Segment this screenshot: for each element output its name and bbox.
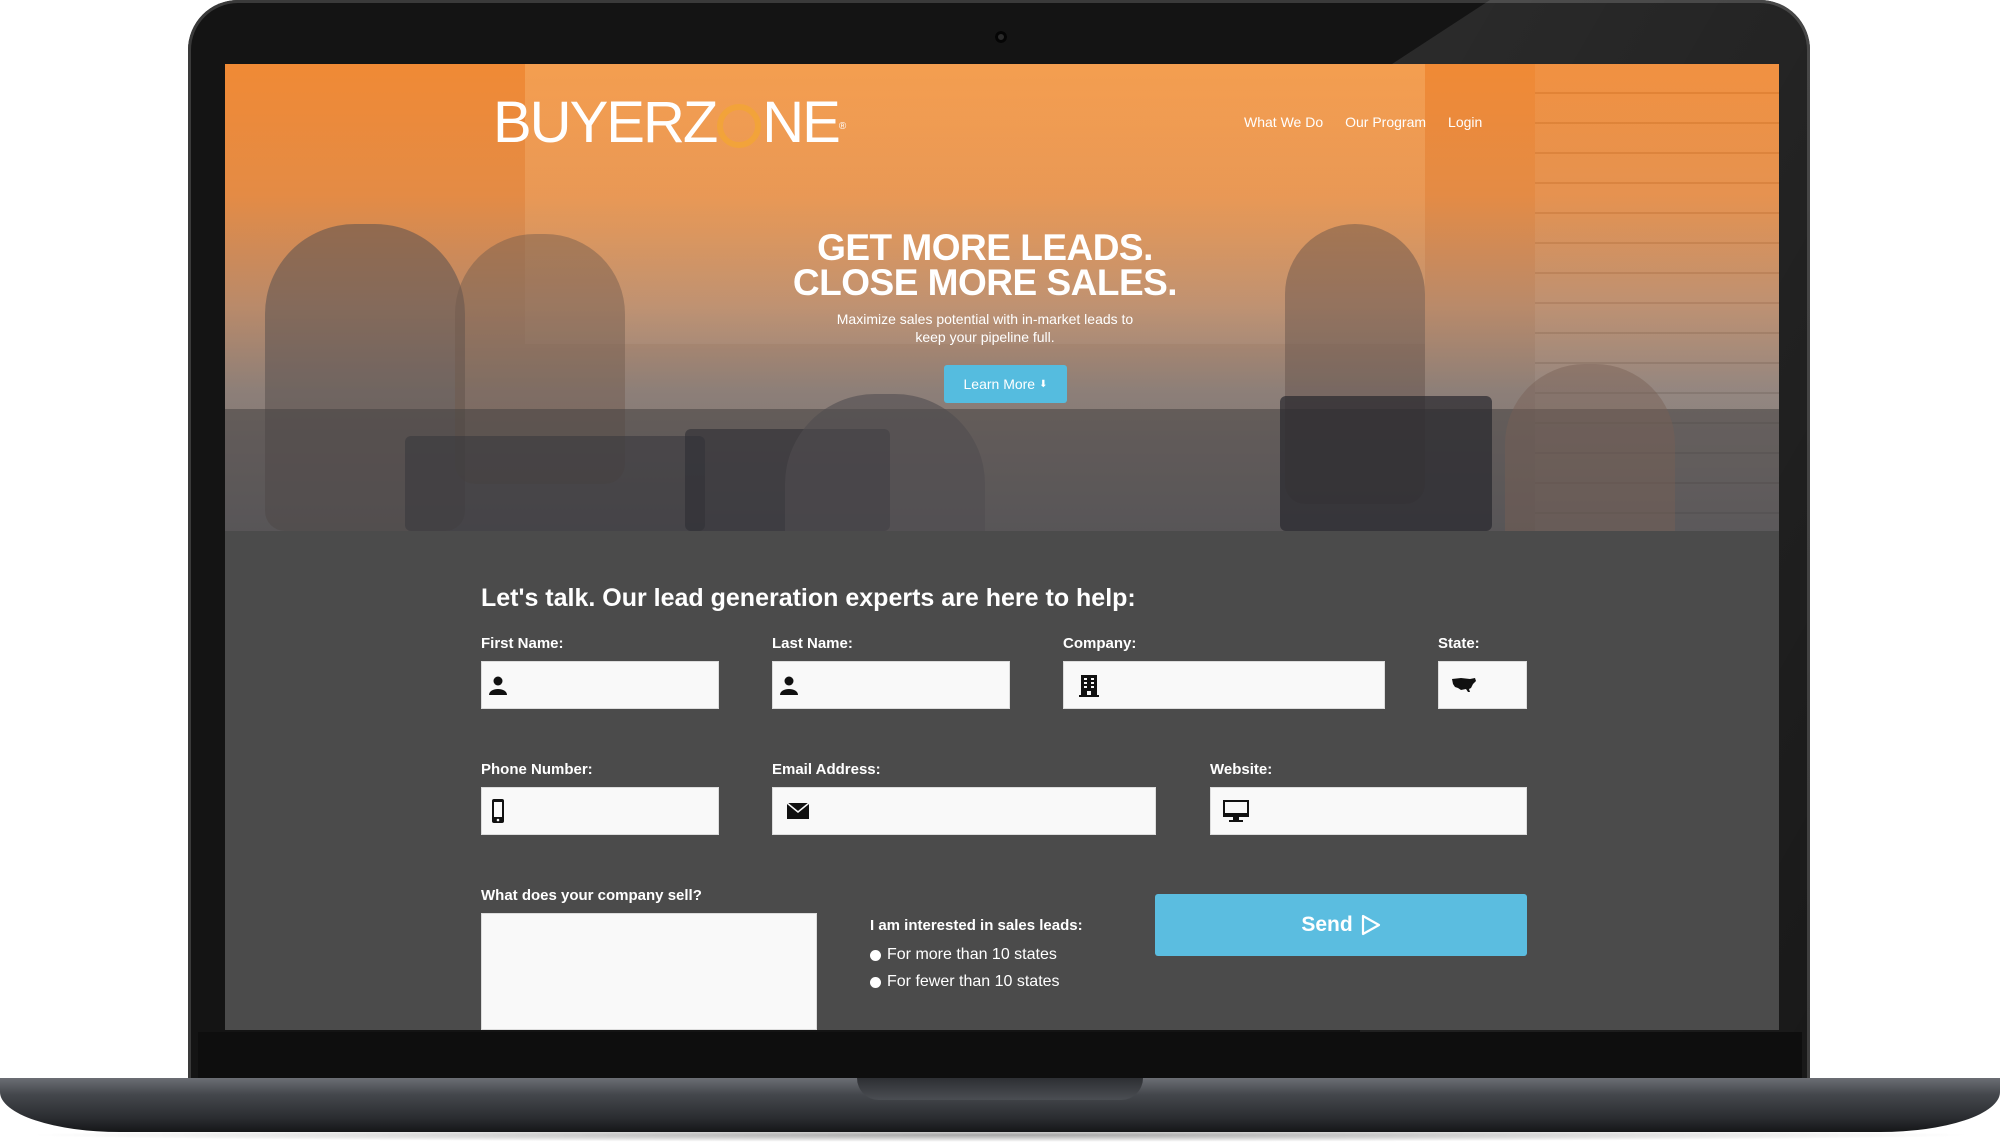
hero-title-line1: GET MORE LEADS. bbox=[817, 227, 1153, 268]
last-name-input[interactable] bbox=[799, 661, 1010, 709]
phone-label: Phone Number: bbox=[481, 761, 593, 778]
arrow-down-icon: ⬇ bbox=[1039, 378, 1048, 390]
envelope-icon bbox=[779, 803, 817, 819]
hero-subtitle: Maximize sales potential with in-market … bbox=[785, 310, 1185, 346]
send-button[interactable]: Send bbox=[1155, 894, 1527, 956]
top-nav: What We Do Our Program Login bbox=[1244, 114, 1482, 130]
radio-label-fewer: For fewer than 10 states bbox=[887, 973, 1060, 990]
learn-more-button[interactable]: Learn More ⬇ bbox=[944, 365, 1067, 403]
company-field[interactable] bbox=[1063, 661, 1385, 709]
radio-more-than-10[interactable]: For more than 10 states bbox=[870, 946, 1057, 964]
send-label: Send bbox=[1301, 913, 1353, 936]
company-sells-textarea[interactable] bbox=[481, 913, 817, 1030]
first-name-input[interactable] bbox=[508, 661, 719, 709]
radio-button[interactable] bbox=[870, 949, 881, 961]
hero-bg-monitor bbox=[405, 436, 705, 531]
state-input[interactable] bbox=[1483, 661, 1526, 709]
website-label: Website: bbox=[1210, 761, 1273, 778]
logo-text-start: BUYERZ bbox=[493, 90, 718, 155]
learn-more-label: Learn More bbox=[963, 376, 1036, 392]
company-sells-label: What does your company sell? bbox=[481, 887, 702, 904]
hero-title: GET MORE LEADS. CLOSE MORE SALES. bbox=[585, 227, 1385, 303]
screen: BUYERZ NE® What We Do Our Program Login G… bbox=[225, 64, 1779, 1030]
interest-title: I am interested in sales leads: bbox=[870, 917, 1083, 934]
radio-button[interactable] bbox=[870, 976, 881, 988]
nav-item-login[interactable]: Login bbox=[1448, 114, 1482, 130]
hero-bg-person bbox=[1505, 364, 1675, 531]
website-field[interactable] bbox=[1210, 787, 1527, 835]
first-name-label: First Name: bbox=[481, 635, 564, 652]
mobile-phone-icon bbox=[488, 798, 507, 824]
hero-section: BUYERZ NE® What We Do Our Program Login G… bbox=[225, 64, 1779, 531]
phone-field[interactable] bbox=[481, 787, 719, 835]
hero-subtitle-line2: keep your pipeline full. bbox=[915, 329, 1055, 345]
hero-subtitle-line1: Maximize sales potential with in-market … bbox=[836, 311, 1134, 327]
radio-fewer-than-10[interactable]: For fewer than 10 states bbox=[870, 973, 1060, 991]
phone-input[interactable] bbox=[507, 787, 718, 835]
hero-bg-monitor bbox=[1280, 396, 1492, 531]
website-input[interactable] bbox=[1255, 787, 1526, 835]
last-name-label: Last Name: bbox=[772, 635, 853, 652]
form-heading: Let's talk. Our lead generation experts … bbox=[481, 584, 1136, 612]
laptop-chin bbox=[198, 1032, 1802, 1084]
buyerzone-logo[interactable]: BUYERZ NE® bbox=[493, 92, 846, 154]
camera-dot bbox=[995, 31, 1007, 43]
email-field[interactable] bbox=[772, 787, 1156, 835]
person-icon bbox=[488, 675, 508, 695]
company-label: Company: bbox=[1063, 635, 1137, 652]
usa-map-icon bbox=[1445, 677, 1483, 693]
base-notch bbox=[857, 1078, 1143, 1100]
email-input[interactable] bbox=[817, 787, 1155, 835]
company-input[interactable] bbox=[1108, 661, 1384, 709]
play-triangle-icon bbox=[1361, 914, 1380, 936]
first-name-field[interactable] bbox=[481, 661, 719, 709]
radio-label-more: For more than 10 states bbox=[887, 946, 1057, 963]
hero-title-line2: CLOSE MORE SALES. bbox=[792, 262, 1178, 303]
last-name-field[interactable] bbox=[772, 661, 1010, 709]
state-label: State: bbox=[1438, 635, 1480, 652]
monitor-icon bbox=[1217, 800, 1255, 822]
building-icon bbox=[1070, 673, 1108, 697]
nav-item-what-we-do[interactable]: What We Do bbox=[1244, 114, 1323, 130]
email-label: Email Address: bbox=[772, 761, 881, 778]
logo-o-ring bbox=[717, 104, 762, 148]
registered-mark: ® bbox=[838, 121, 847, 132]
person-icon bbox=[779, 675, 799, 695]
state-field[interactable] bbox=[1438, 661, 1527, 709]
nav-item-our-program[interactable]: Our Program bbox=[1345, 114, 1426, 130]
logo-text-end: NE bbox=[762, 90, 841, 155]
